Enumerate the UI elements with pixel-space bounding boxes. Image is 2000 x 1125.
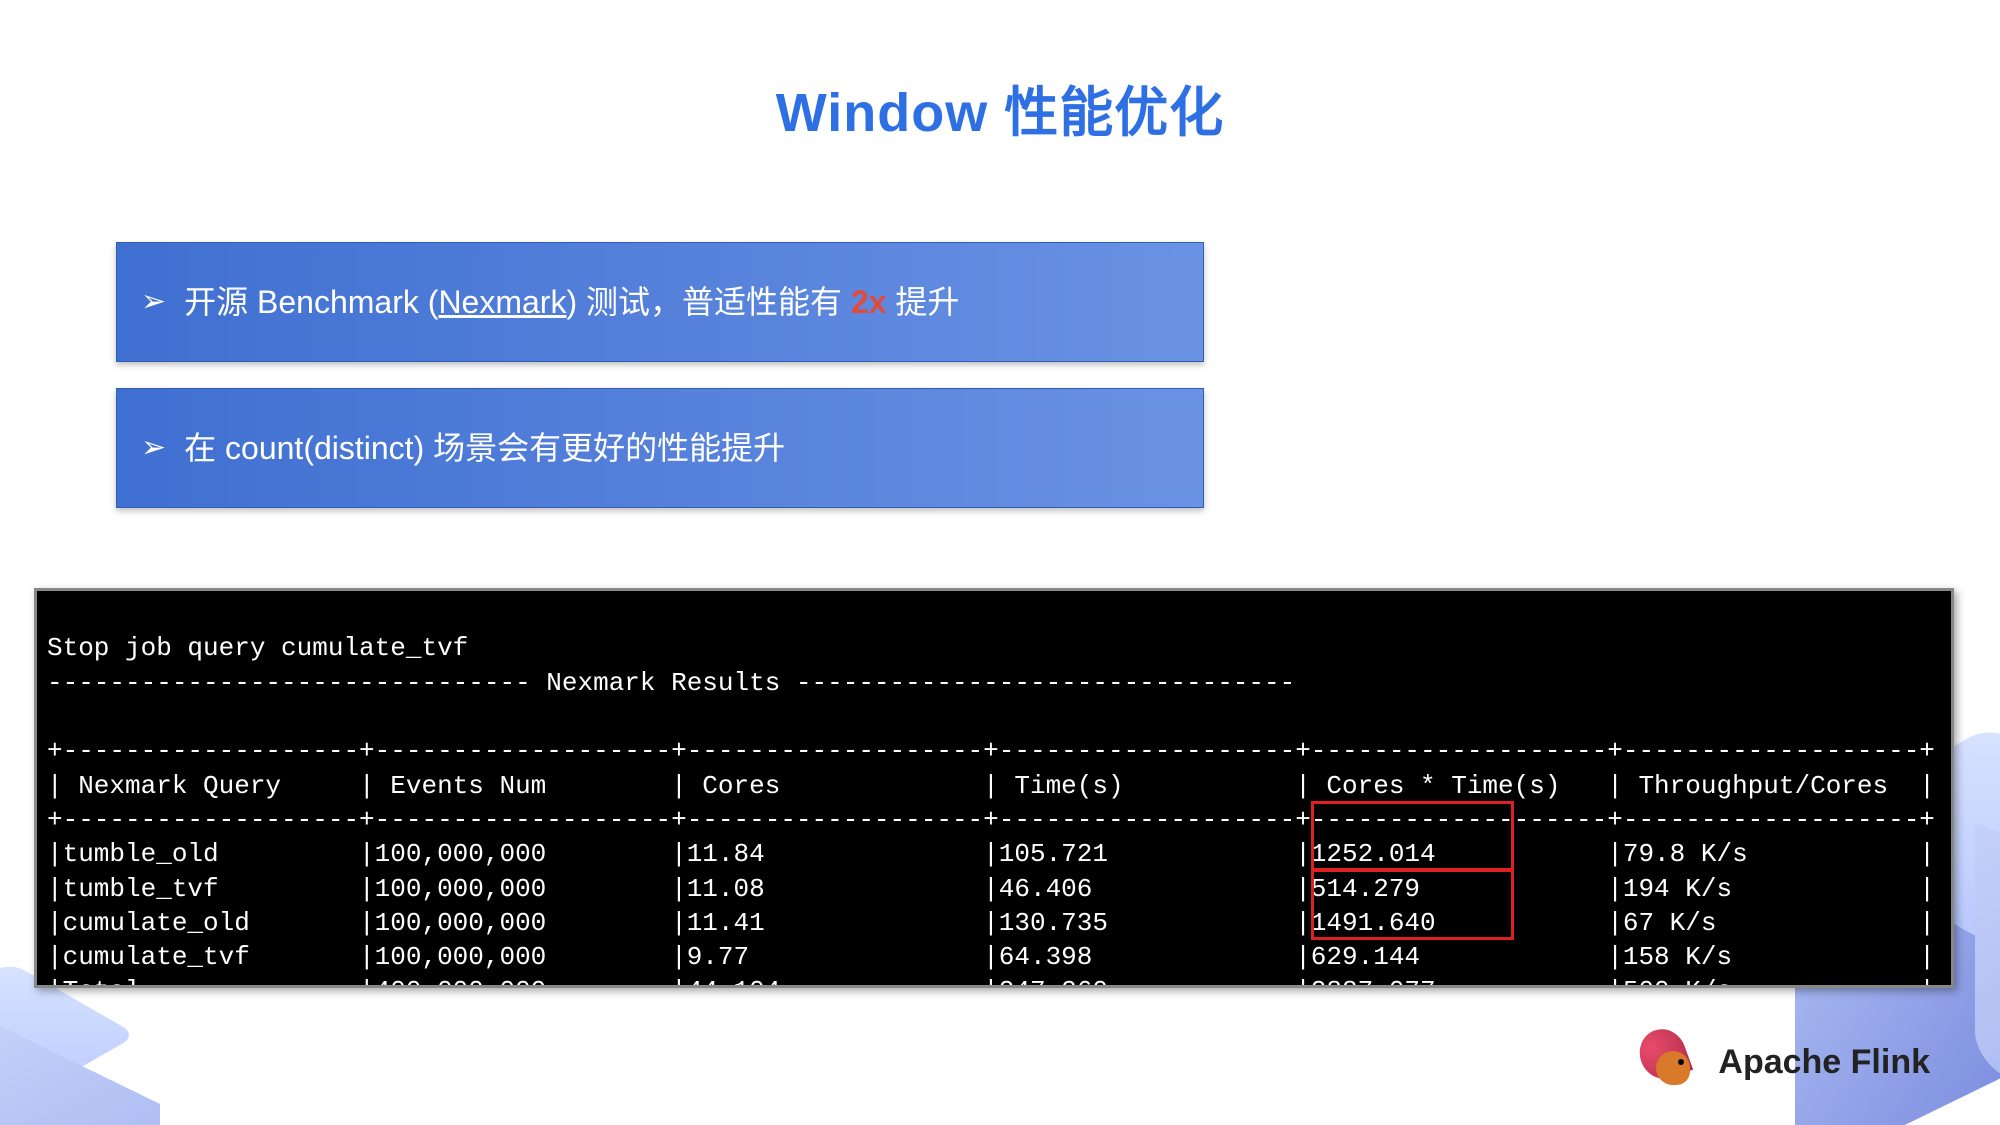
decoration-cube-left	[0, 985, 140, 1125]
chevron-icon: ➢	[141, 287, 166, 317]
apache-flink-brand: Apache Flink	[1646, 1033, 1930, 1091]
bullet-text-2: 在 count(distinct) 场景会有更好的性能提升	[184, 432, 785, 464]
chevron-icon: ➢	[141, 433, 166, 463]
bullet-benchmark: ➢ 开源 Benchmark (Nexmark) 测试，普适性能有 2x 提升	[116, 242, 1204, 362]
bullet-text-1: 开源 Benchmark (Nexmark) 测试，普适性能有 2x 提升	[184, 286, 959, 318]
flink-squirrel-icon	[1646, 1033, 1704, 1091]
nexmark-link[interactable]: Nexmark	[438, 284, 566, 320]
bullet-distinct: ➢ 在 count(distinct) 场景会有更好的性能提升	[116, 388, 1204, 508]
brand-text: Apache Flink	[1718, 1043, 1930, 1082]
slide-title: Window 性能优化	[0, 68, 2000, 147]
terminal-output: Stop job query cumulate_tvf ------------…	[47, 633, 1935, 988]
speedup-highlight: 2x	[851, 284, 887, 320]
nexmark-terminal: Stop job query cumulate_tvf ------------…	[34, 588, 1954, 988]
